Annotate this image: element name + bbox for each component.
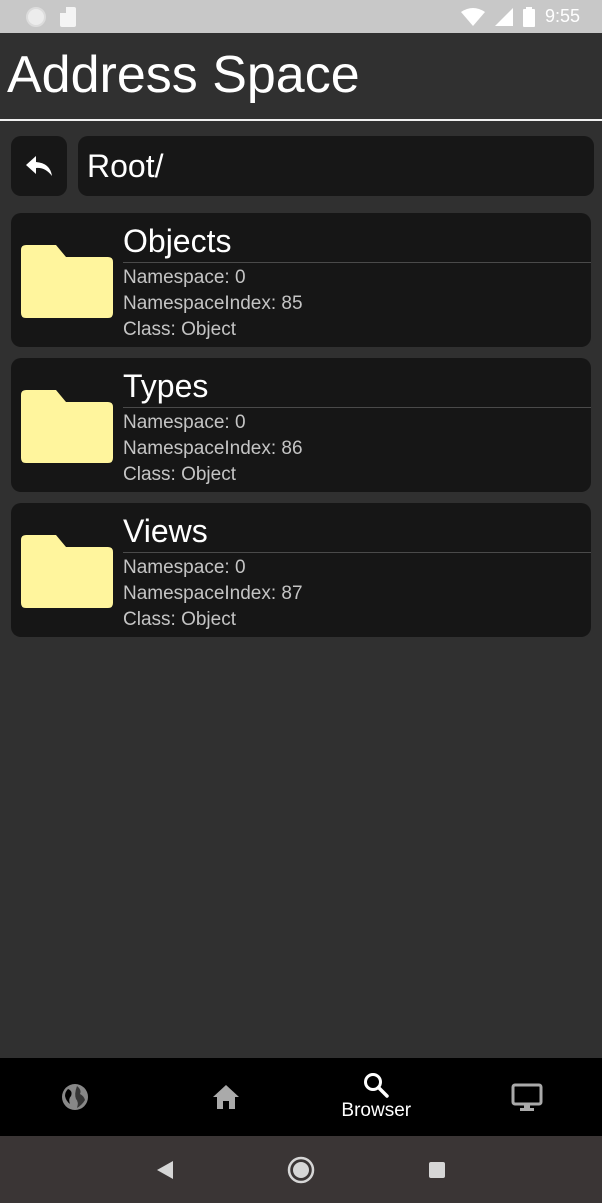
- node-title: Types: [123, 368, 209, 404]
- nav-item-monitor[interactable]: [452, 1058, 602, 1136]
- monitor-icon: [511, 1083, 543, 1111]
- page-title: Address Space: [7, 46, 360, 104]
- nav-item-globe[interactable]: [0, 1058, 151, 1136]
- node-title: Views: [123, 513, 208, 549]
- list-item[interactable]: Objects Namespace: 0 NamespaceIndex: 85 …: [11, 213, 591, 347]
- bottom-navigation: Browser: [0, 1058, 602, 1136]
- globe-icon: [62, 1084, 89, 1110]
- screen: 9:55 Address Space Root/ Objects Namespa…: [0, 0, 602, 1203]
- node-class: Class: Object: [123, 464, 236, 485]
- search-icon: [364, 1073, 389, 1098]
- wifi-icon: [460, 7, 485, 26]
- recents-square-icon[interactable]: [428, 1161, 446, 1179]
- folder-icon: [21, 245, 113, 318]
- folder-icon: [21, 535, 113, 608]
- node-namespace-index: NamespaceIndex: 85: [123, 293, 303, 314]
- app-bar: Address Space: [0, 33, 602, 121]
- list-item[interactable]: Types Namespace: 0 NamespaceIndex: 86 Cl…: [11, 358, 591, 492]
- divider: [123, 262, 591, 263]
- system-navigation-bar: [0, 1136, 602, 1203]
- battery-icon: [522, 6, 535, 27]
- node-namespace-index: NamespaceIndex: 87: [123, 583, 303, 604]
- status-bar: 9:55: [0, 0, 602, 33]
- nav-item-browser[interactable]: Browser: [301, 1058, 452, 1136]
- node-list: Objects Namespace: 0 NamespaceIndex: 85 …: [11, 213, 591, 648]
- list-item[interactable]: Views Namespace: 0 NamespaceIndex: 87 Cl…: [11, 503, 591, 637]
- notification-dot-icon: [26, 6, 46, 27]
- node-class: Class: Object: [123, 609, 236, 630]
- back-triangle-icon[interactable]: [156, 1160, 174, 1180]
- cell-signal-icon: [494, 7, 513, 26]
- nav-item-home[interactable]: [151, 1058, 302, 1136]
- node-namespace: Namespace: 0: [123, 557, 246, 578]
- home-icon: [212, 1085, 239, 1109]
- node-namespace: Namespace: 0: [123, 412, 246, 433]
- divider: [123, 407, 591, 408]
- reply-arrow-icon: [26, 156, 52, 176]
- nav-label-browser: Browser: [341, 1100, 412, 1121]
- back-button[interactable]: [11, 136, 67, 196]
- node-class: Class: Object: [123, 319, 236, 340]
- path-breadcrumb: Root/: [78, 136, 594, 196]
- node-namespace-index: NamespaceIndex: 86: [123, 438, 303, 459]
- status-time: 9:55: [544, 6, 580, 26]
- path-text: Root/: [87, 147, 164, 184]
- node-title: Objects: [123, 223, 232, 259]
- sd-card-icon: [60, 6, 76, 27]
- node-namespace: Namespace: 0: [123, 267, 246, 288]
- home-circle-icon[interactable]: [287, 1156, 315, 1184]
- folder-icon: [21, 390, 113, 463]
- divider: [123, 552, 591, 553]
